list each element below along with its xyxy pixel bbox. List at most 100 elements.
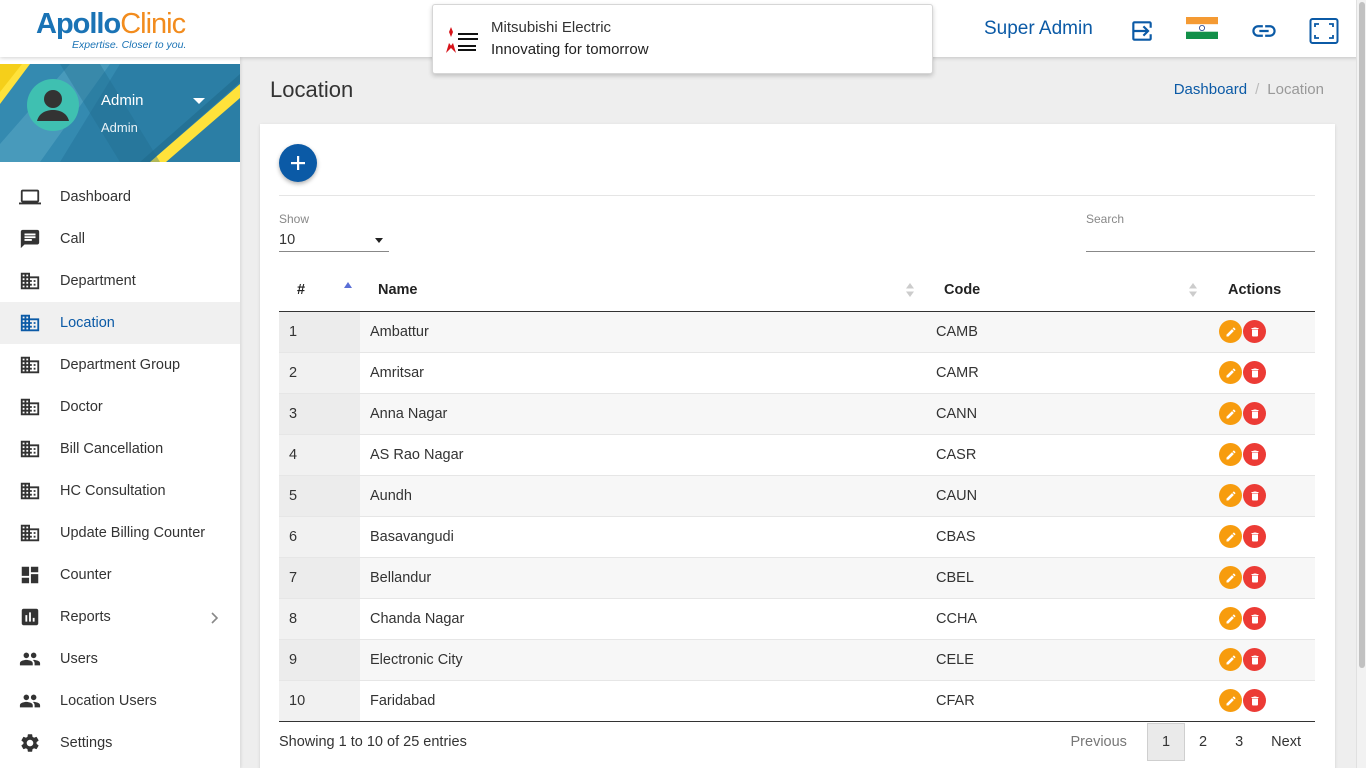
search-input[interactable] bbox=[1086, 230, 1315, 252]
delete-button[interactable] bbox=[1243, 361, 1266, 384]
column-header-code[interactable]: Code bbox=[926, 269, 1209, 312]
delete-button[interactable] bbox=[1243, 648, 1266, 671]
edit-button[interactable] bbox=[1219, 320, 1242, 343]
edit-button[interactable] bbox=[1219, 566, 1242, 589]
actions-cell bbox=[1209, 310, 1315, 352]
sidebar-item-reports[interactable]: Reports bbox=[0, 596, 240, 638]
logo-clinic-text: Clinic bbox=[120, 8, 186, 40]
show-entries-select[interactable]: 10 bbox=[279, 230, 389, 252]
pencil-icon bbox=[1226, 367, 1236, 377]
delete-button[interactable] bbox=[1243, 689, 1266, 712]
trash-icon bbox=[1251, 450, 1258, 459]
sidebar-item-bill-cancellation[interactable]: Bill Cancellation bbox=[0, 428, 240, 470]
sidebar-item-label: Reports bbox=[60, 609, 111, 625]
sidebar-item-label: HC Consultation bbox=[60, 483, 166, 499]
table-header-row: # Name Code Actions bbox=[279, 269, 1315, 312]
row-number-cell: 10 bbox=[279, 679, 360, 722]
sidebar-item-dashboard[interactable]: Dashboard bbox=[0, 176, 240, 218]
table-row: 6 Basavangudi CBAS bbox=[279, 515, 1315, 557]
link-icon[interactable] bbox=[1249, 16, 1279, 46]
location-code-cell: CAMB bbox=[926, 310, 1209, 352]
delete-button[interactable] bbox=[1243, 402, 1266, 425]
actions-cell bbox=[1209, 474, 1315, 516]
sidebar-item-label: Dashboard bbox=[60, 189, 131, 205]
breadcrumb-dashboard-link[interactable]: Dashboard bbox=[1174, 81, 1247, 98]
pagination-page-1[interactable]: 1 bbox=[1146, 723, 1186, 761]
sort-ascending-icon bbox=[344, 282, 352, 288]
edit-button[interactable] bbox=[1219, 689, 1242, 712]
building-icon bbox=[19, 354, 41, 376]
fullscreen-icon[interactable] bbox=[1309, 16, 1339, 46]
sidebar-item-settings[interactable]: Settings bbox=[0, 722, 240, 764]
avatar[interactable] bbox=[27, 79, 79, 131]
sidebar-item-update-billing-counter[interactable]: Update Billing Counter bbox=[0, 512, 240, 554]
sidebar-item-call[interactable]: Call bbox=[0, 218, 240, 260]
row-number-cell: 6 bbox=[279, 515, 360, 557]
pencil-icon bbox=[1226, 654, 1236, 664]
logo-main-text: Apollo bbox=[36, 8, 121, 40]
pagination-page-2[interactable]: 2 bbox=[1185, 723, 1221, 761]
sidebar-item-department[interactable]: Department bbox=[0, 260, 240, 302]
building-icon bbox=[19, 270, 41, 292]
sidebar-item-location[interactable]: Location bbox=[0, 302, 240, 344]
breadcrumb-current: Location bbox=[1267, 81, 1324, 98]
pencil-icon bbox=[1226, 408, 1236, 418]
location-name-cell: Aundh bbox=[360, 474, 926, 516]
page-scrollbar[interactable] bbox=[1356, 0, 1366, 768]
add-location-button[interactable] bbox=[279, 144, 317, 182]
column-header-number[interactable]: # bbox=[279, 269, 360, 312]
apollo-clinic-logo[interactable]: ApolloClinic Expertise. Closer to you. bbox=[36, 8, 186, 52]
user-role-label[interactable]: Super Admin bbox=[984, 18, 1093, 40]
select-caret-icon bbox=[375, 238, 383, 243]
sidebar-item-counter[interactable]: Counter bbox=[0, 554, 240, 596]
edit-button[interactable] bbox=[1219, 361, 1242, 384]
row-number-cell: 9 bbox=[279, 638, 360, 680]
actions-cell bbox=[1209, 351, 1315, 393]
india-flag-icon[interactable] bbox=[1186, 16, 1218, 40]
delete-button[interactable] bbox=[1243, 443, 1266, 466]
pagination-page-3[interactable]: 3 bbox=[1221, 723, 1257, 761]
breadcrumb: Dashboard / Location bbox=[1174, 81, 1324, 98]
location-name-cell: Amritsar bbox=[360, 351, 926, 393]
sidebar-item-users[interactable]: Users bbox=[0, 638, 240, 680]
notification-toast[interactable]: Mitsubishi Electric Innovating for tomor… bbox=[432, 4, 933, 74]
delete-button[interactable] bbox=[1243, 607, 1266, 630]
sidebar-item-doctor[interactable]: Doctor bbox=[0, 386, 240, 428]
sidebar-item-department-group[interactable]: Department Group bbox=[0, 344, 240, 386]
edit-button[interactable] bbox=[1219, 484, 1242, 507]
login-icon[interactable] bbox=[1127, 16, 1157, 46]
edit-button[interactable] bbox=[1219, 443, 1242, 466]
building-icon bbox=[19, 312, 41, 334]
sidebar-item-hc-consultation[interactable]: HC Consultation bbox=[0, 470, 240, 512]
location-code-cell: CCHA bbox=[926, 597, 1209, 639]
sort-both-icon bbox=[906, 283, 914, 297]
pagination: Previous 1 2 3 Next bbox=[1057, 723, 1315, 761]
delete-button[interactable] bbox=[1243, 484, 1266, 507]
delete-button[interactable] bbox=[1243, 525, 1266, 548]
delete-button[interactable] bbox=[1243, 320, 1266, 343]
sidebar-item-label: Settings bbox=[60, 735, 113, 751]
sidebar-item-location-users[interactable]: Location Users bbox=[0, 680, 240, 722]
table-row: 2 Amritsar CAMR bbox=[279, 351, 1315, 393]
pencil-icon bbox=[1226, 326, 1236, 336]
table-row: 4 AS Rao Nagar CASR bbox=[279, 433, 1315, 475]
actions-cell bbox=[1209, 679, 1315, 722]
sidebar-item-label: Doctor bbox=[60, 399, 103, 415]
delete-button[interactable] bbox=[1243, 566, 1266, 589]
pencil-icon bbox=[1226, 490, 1236, 500]
pagination-next[interactable]: Next bbox=[1257, 723, 1315, 761]
edit-button[interactable] bbox=[1219, 607, 1242, 630]
profile-dropdown-caret-icon[interactable] bbox=[193, 98, 205, 104]
edit-button[interactable] bbox=[1219, 402, 1242, 425]
edit-button[interactable] bbox=[1219, 525, 1242, 548]
pagination-previous[interactable]: Previous bbox=[1057, 723, 1141, 761]
logo-text: ApolloClinic bbox=[36, 8, 186, 40]
people-icon bbox=[19, 648, 41, 670]
scrollbar-thumb[interactable] bbox=[1359, 2, 1365, 668]
search-label: Search bbox=[1086, 212, 1125, 226]
trash-icon bbox=[1251, 491, 1258, 500]
edit-button[interactable] bbox=[1219, 648, 1242, 671]
column-header-name[interactable]: Name bbox=[360, 269, 926, 312]
column-header-code-label: Code bbox=[944, 281, 981, 298]
column-header-actions-label: Actions bbox=[1228, 281, 1282, 298]
